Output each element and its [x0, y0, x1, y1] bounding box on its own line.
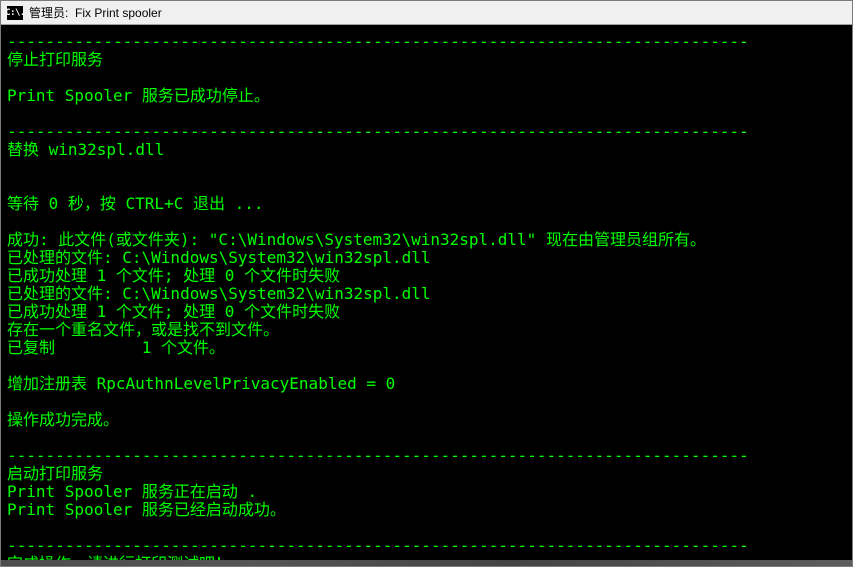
console-line: 已处理的文件: C:\Windows\System32\win32spl.dll	[7, 249, 846, 267]
console-output[interactable]: ----------------------------------------…	[1, 25, 852, 560]
console-line: ----------------------------------------…	[7, 33, 846, 51]
console-line: ----------------------------------------…	[7, 537, 846, 555]
console-line: 成功: 此文件(或文件夹): "C:\Windows\System32\win3…	[7, 231, 846, 249]
console-line	[7, 429, 846, 447]
console-line: Print Spooler 服务已成功停止。	[7, 87, 846, 105]
bottom-edge	[1, 560, 852, 566]
console-line	[7, 357, 846, 375]
cmd-icon: C:\.	[7, 6, 23, 20]
console-line: 增加注册表 RpcAuthnLevelPrivacyEnabled = 0	[7, 375, 846, 393]
console-line: 已复制 1 个文件。	[7, 339, 846, 357]
console-line	[7, 69, 846, 87]
console-line: Print Spooler 服务正在启动 .	[7, 483, 846, 501]
titlebar[interactable]: C:\. 管理员: Fix Print spooler	[1, 1, 852, 25]
console-line: 启动打印服务	[7, 465, 846, 483]
console-line: 已成功处理 1 个文件; 处理 0 个文件时失败	[7, 267, 846, 285]
cmd-window: C:\. 管理员: Fix Print spooler ------------…	[0, 0, 853, 567]
console-line	[7, 159, 846, 177]
console-line	[7, 213, 846, 231]
console-line: Print Spooler 服务已经启动成功。	[7, 501, 846, 519]
window-title: 管理员: Fix Print spooler	[29, 4, 162, 21]
console-line	[7, 393, 846, 411]
console-line: ----------------------------------------…	[7, 123, 846, 141]
console-line: 已处理的文件: C:\Windows\System32\win32spl.dll	[7, 285, 846, 303]
console-line: 替换 win32spl.dll	[7, 141, 846, 159]
console-line: 已成功处理 1 个文件; 处理 0 个文件时失败	[7, 303, 846, 321]
console-line	[7, 519, 846, 537]
console-line: 停止打印服务	[7, 51, 846, 69]
console-line: 等待 0 秒，按 CTRL+C 退出 ...	[7, 195, 846, 213]
console-line	[7, 105, 846, 123]
console-line: 存在一个重名文件，或是找不到文件。	[7, 321, 846, 339]
console-line	[7, 177, 846, 195]
console-line: 操作成功完成。	[7, 411, 846, 429]
console-line: ----------------------------------------…	[7, 447, 846, 465]
